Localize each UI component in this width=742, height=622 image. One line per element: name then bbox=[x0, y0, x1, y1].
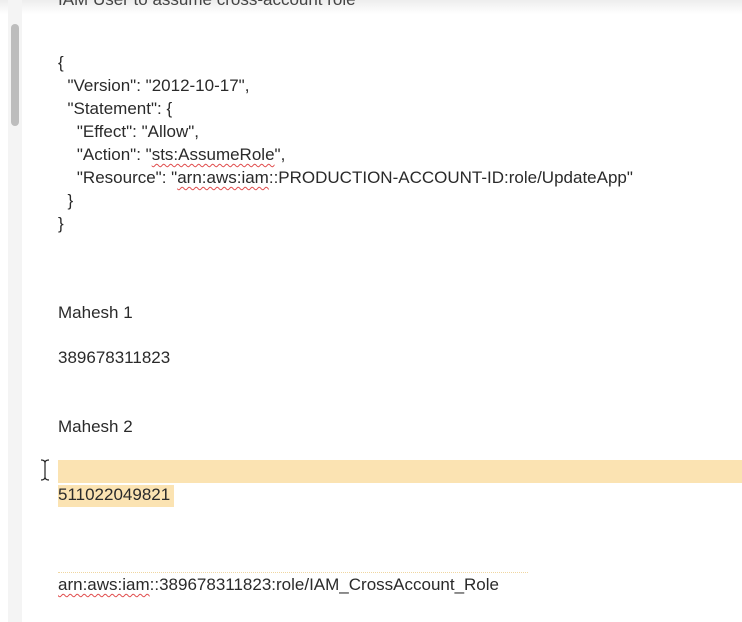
highlighted-empty-line[interactable] bbox=[58, 460, 742, 483]
json-text: "Resource": " bbox=[58, 168, 178, 187]
text-cursor-icon bbox=[40, 459, 50, 481]
json-line: } bbox=[58, 214, 64, 233]
json-line: "Version": "2012-10-17", bbox=[58, 76, 250, 95]
json-line-action: "Action": "sts:AssumeRole", bbox=[58, 144, 285, 166]
role-arn-line[interactable]: arn:aws:iam::389678311823:role/IAM_Cross… bbox=[58, 574, 499, 596]
dotted-divider bbox=[58, 572, 528, 573]
mahesh1-label[interactable]: Mahesh 1 bbox=[58, 302, 133, 324]
cut-off-heading: IAM User to assume cross-account role bbox=[58, 0, 356, 10]
json-line: "Statement": { bbox=[58, 99, 173, 118]
mahesh2-label[interactable]: Mahesh 2 bbox=[58, 416, 133, 438]
json-text: "Action": " bbox=[58, 145, 152, 164]
json-line: { bbox=[58, 53, 64, 72]
json-line-resource: "Resource": "arn:aws:iam::PRODUCTION-ACC… bbox=[58, 167, 633, 189]
json-text: ", bbox=[274, 145, 286, 164]
spellcheck-word[interactable]: arn:aws:iam bbox=[177, 168, 269, 187]
json-line: } bbox=[58, 191, 74, 210]
role-arn-rest: ::389678311823:role/IAM_CrossAccount_Rol… bbox=[149, 575, 499, 594]
json-line: "Effect": "Allow", bbox=[58, 122, 199, 141]
spellcheck-word[interactable]: arn:aws:iam bbox=[58, 575, 150, 594]
spellcheck-word[interactable]: sts:AssumeRole bbox=[152, 145, 275, 164]
mahesh1-account-id[interactable]: 389678311823 bbox=[58, 347, 170, 369]
mahesh2-account-line[interactable]: 511022049821 bbox=[58, 484, 175, 507]
json-text: ::PRODUCTION-ACCOUNT-ID:role/UpdateApp" bbox=[268, 168, 633, 187]
scrollbar-thumb[interactable] bbox=[11, 24, 19, 126]
mahesh2-account-id[interactable]: 511022049821 bbox=[58, 485, 175, 507]
